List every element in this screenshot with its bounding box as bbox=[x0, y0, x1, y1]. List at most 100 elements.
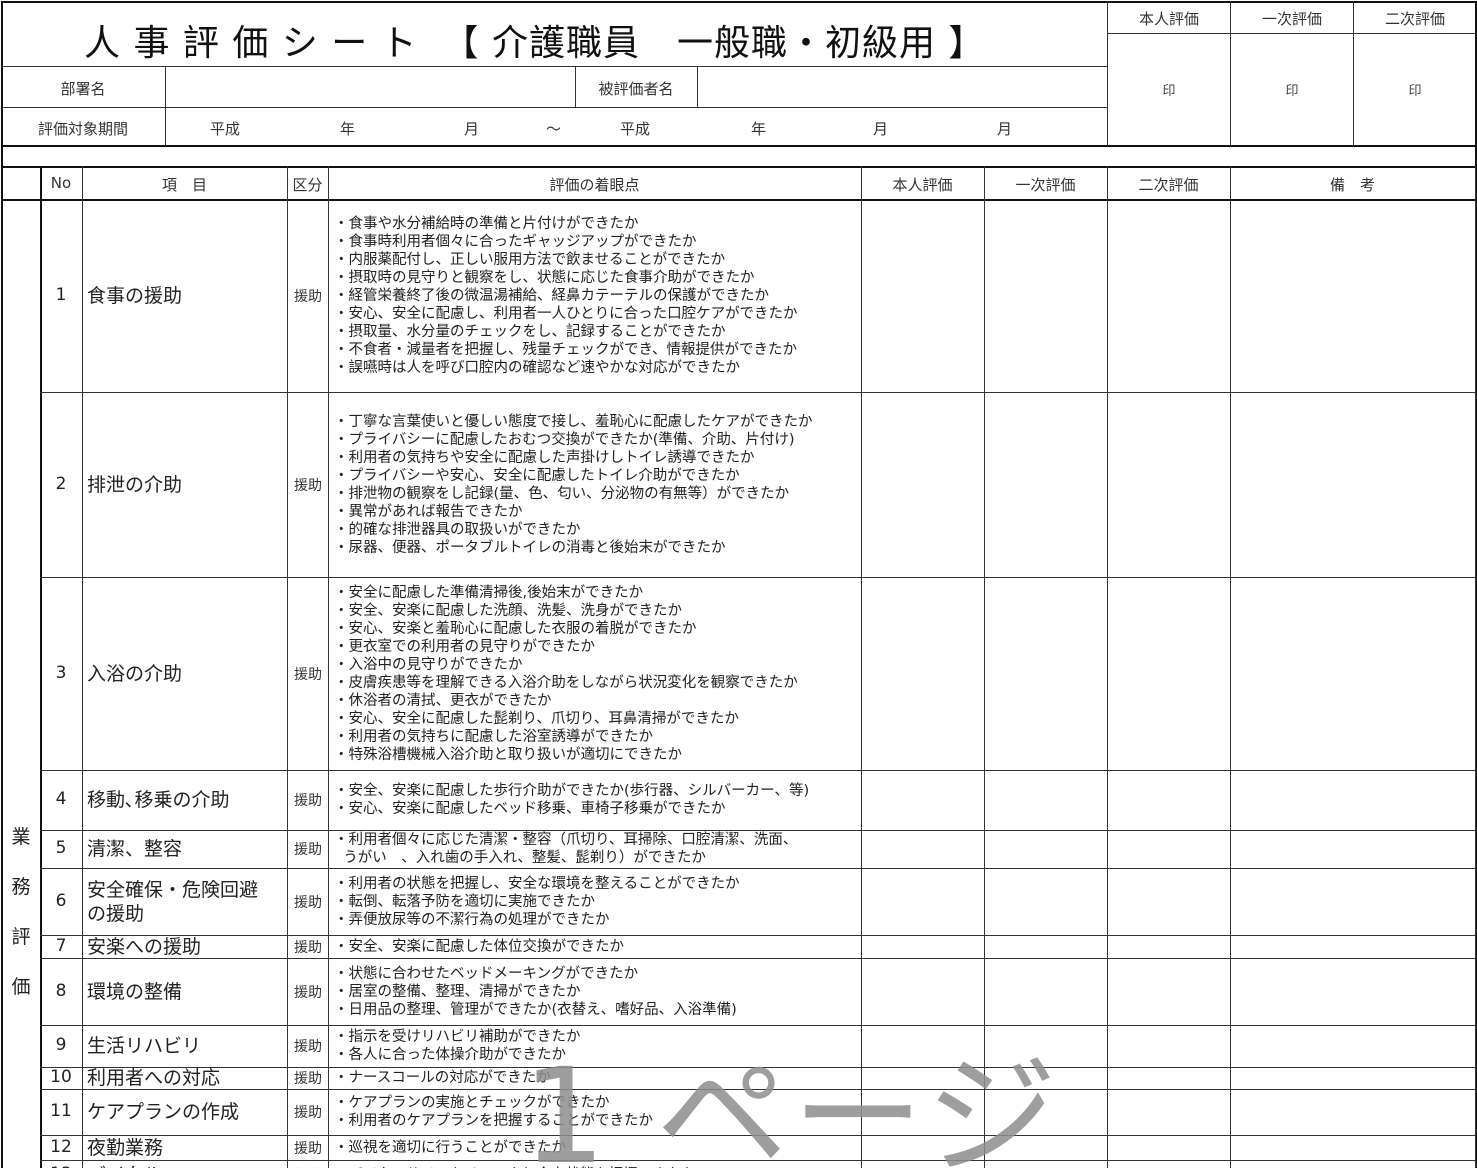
period-era-end: 平成 bbox=[620, 120, 651, 138]
section-label: 業務評価 bbox=[4, 812, 38, 1012]
row-remarks-cell[interactable] bbox=[1232, 772, 1474, 829]
row-first-cell[interactable] bbox=[986, 937, 1106, 957]
row-remarks-cell[interactable] bbox=[1232, 960, 1474, 1024]
row-category: 援助 bbox=[294, 894, 322, 911]
col-no-header: No bbox=[50, 174, 72, 192]
row-points: ・食事や水分補給時の準備と片付けができたか ・食事時利用者個々に合ったギャッジア… bbox=[334, 215, 798, 376]
row-self-cell[interactable] bbox=[863, 394, 983, 576]
row-item: 安全確保・危険回避の援助 bbox=[87, 878, 259, 925]
row-remarks-cell[interactable] bbox=[1232, 394, 1474, 576]
row-second-cell[interactable] bbox=[1109, 870, 1229, 934]
approval-second-label: 二次評価 bbox=[1384, 10, 1445, 28]
evaluatee-label: 被評価者名 bbox=[598, 80, 674, 98]
row-no: 8 bbox=[55, 980, 67, 1001]
row-points: ・利用者の状態を把握し、安全な環境を整えることができたか ・転倒、転落予防を適切… bbox=[334, 875, 740, 928]
row-item: 清潔、整容 bbox=[87, 838, 183, 860]
row-category: 援助 bbox=[294, 1071, 322, 1087]
row-no: 3 bbox=[55, 662, 67, 683]
row-remarks-cell[interactable] bbox=[1232, 1027, 1474, 1066]
row-first-cell[interactable] bbox=[986, 394, 1106, 576]
row-item: 安楽への援助 bbox=[87, 935, 202, 958]
row-second-cell[interactable] bbox=[1109, 832, 1229, 867]
row-no: 12 bbox=[50, 1136, 72, 1157]
row-category: 援助 bbox=[294, 477, 322, 494]
row-no: 7 bbox=[55, 935, 67, 956]
row-second-cell[interactable] bbox=[1109, 772, 1229, 829]
row-remarks-cell[interactable] bbox=[1232, 1091, 1474, 1134]
row-category: 援助 bbox=[294, 793, 322, 809]
section-label-text: 業務評価 bbox=[11, 826, 31, 998]
row-second-cell[interactable] bbox=[1109, 579, 1229, 769]
col-category-header: 区分 bbox=[292, 176, 323, 194]
approval-second-stamp: 印 bbox=[1408, 84, 1422, 99]
row-remarks-cell[interactable] bbox=[1232, 870, 1474, 934]
row-item: 夜勤業務 bbox=[87, 1136, 164, 1159]
row-category: 援助 bbox=[294, 1140, 322, 1157]
period-month-end: 月 bbox=[873, 120, 889, 138]
row-second-cell[interactable] bbox=[1109, 1091, 1229, 1134]
approval-self-stamp: 印 bbox=[1162, 84, 1176, 99]
row-first-cell[interactable] bbox=[986, 772, 1106, 829]
period-tilde: ～ bbox=[546, 120, 562, 138]
evaluatee-field[interactable] bbox=[698, 68, 1104, 106]
row-first-cell[interactable] bbox=[986, 579, 1106, 769]
row-points: ・安全、安楽に配慮した歩行介助ができたか(歩行器、シルバーカー、等) ・安心、安… bbox=[334, 783, 810, 817]
col-second-header: 二次評価 bbox=[1138, 176, 1199, 194]
row-category: 援助 bbox=[294, 666, 322, 683]
row-item: 排泄の介助 bbox=[87, 473, 183, 496]
row-second-cell[interactable] bbox=[1109, 1027, 1229, 1066]
row-remarks-cell[interactable] bbox=[1232, 201, 1474, 391]
period-month-end-2: 月 bbox=[997, 120, 1013, 138]
row-item: ケアプランの作成 bbox=[87, 1101, 240, 1123]
row-self-cell[interactable] bbox=[863, 937, 983, 957]
row-remarks-cell[interactable] bbox=[1232, 937, 1474, 957]
approval-first-stamp: 印 bbox=[1285, 84, 1299, 99]
row-no: 9 bbox=[55, 1035, 67, 1055]
row-self-cell[interactable] bbox=[863, 772, 983, 829]
row-item: 環境の整備 bbox=[87, 980, 183, 1003]
row-no: 5 bbox=[55, 838, 67, 858]
row-points: ・丁寧な言葉使いと優しい態度で接し、羞恥心に配慮したケアができたか ・プライバシ… bbox=[334, 413, 813, 556]
dept-field[interactable] bbox=[166, 68, 574, 106]
row-self-cell[interactable] bbox=[863, 201, 983, 391]
period-era-start: 平成 bbox=[210, 120, 241, 138]
row-remarks-cell[interactable] bbox=[1232, 1137, 1474, 1159]
col-item-header: 項 目 bbox=[161, 176, 207, 194]
col-remarks-header: 備 考 bbox=[1329, 176, 1375, 194]
period-year-end: 年 bbox=[751, 120, 767, 138]
row-first-cell[interactable] bbox=[986, 832, 1106, 867]
page-title: 人 事 評 価 シ ー ト 【 介護職員 一般職・初級用 】 bbox=[84, 23, 986, 64]
row-self-cell[interactable] bbox=[863, 579, 983, 769]
dept-label: 部署名 bbox=[60, 80, 106, 98]
row-item: 入浴の介助 bbox=[87, 662, 183, 685]
row-remarks-cell[interactable] bbox=[1232, 1162, 1474, 1168]
row-self-cell[interactable] bbox=[863, 870, 983, 934]
row-item: バイタル bbox=[87, 1163, 272, 1168]
col-self-header: 本人評価 bbox=[892, 176, 953, 194]
row-no: 4 bbox=[55, 789, 67, 809]
row-first-cell[interactable] bbox=[986, 870, 1106, 934]
row-category: 援助 bbox=[294, 1039, 322, 1055]
row-no: 11 bbox=[50, 1101, 72, 1121]
row-category: 援助 bbox=[294, 1105, 322, 1121]
row-item: 生活リハビリ bbox=[87, 1035, 202, 1057]
row-second-cell[interactable] bbox=[1109, 1069, 1229, 1088]
row-remarks-cell[interactable] bbox=[1232, 1069, 1474, 1088]
row-self-cell[interactable] bbox=[863, 832, 983, 867]
period-year-start: 年 bbox=[340, 120, 356, 138]
row-second-cell[interactable] bbox=[1109, 937, 1229, 957]
row-points: ・利用者個々に応じた清潔・整容（爪切り、耳掃除、口腔清潔、洗面、 うがい 、入れ… bbox=[334, 832, 798, 866]
row-remarks-cell[interactable] bbox=[1232, 832, 1474, 867]
row-second-cell[interactable] bbox=[1109, 201, 1229, 391]
row-first-cell[interactable] bbox=[986, 201, 1106, 391]
row-second-cell[interactable] bbox=[1109, 1162, 1229, 1168]
row-second-cell[interactable] bbox=[1109, 394, 1229, 576]
col-first-header: 一次評価 bbox=[1015, 176, 1076, 194]
row-item: 食事の援助 bbox=[87, 284, 183, 307]
row-no: 6 bbox=[55, 890, 67, 911]
row-category: 援助 bbox=[294, 939, 322, 956]
row-second-cell[interactable] bbox=[1109, 1137, 1229, 1159]
row-no: 10 bbox=[50, 1067, 72, 1087]
row-remarks-cell[interactable] bbox=[1232, 579, 1474, 769]
row-second-cell[interactable] bbox=[1109, 960, 1229, 1024]
